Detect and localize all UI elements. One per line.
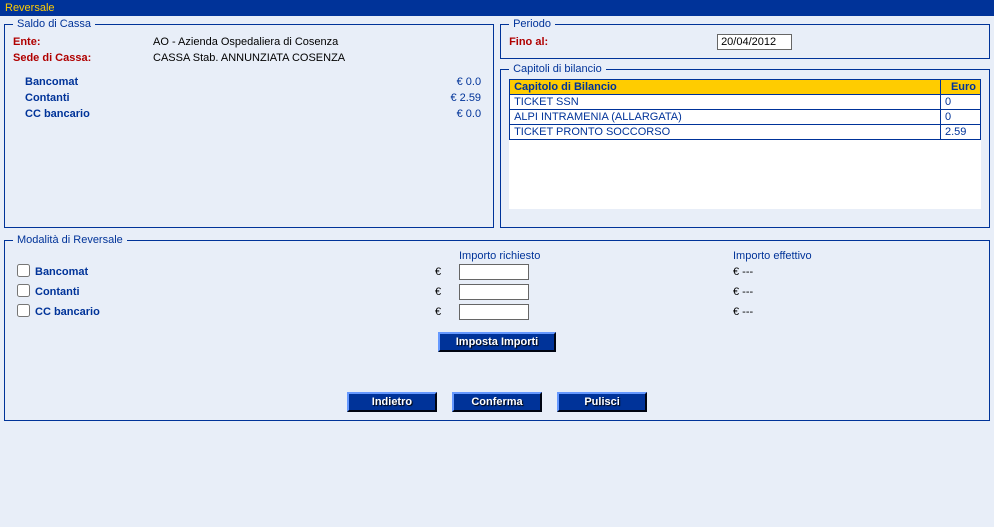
- capitolo-name: TICKET PRONTO SOCCORSO: [510, 125, 941, 140]
- indietro-button[interactable]: Indietro: [347, 392, 437, 412]
- saldo-row-amount: € 0.0: [457, 76, 481, 88]
- table-row[interactable]: ALPI INTRAMENIA (ALLARGATA) 0: [510, 110, 981, 125]
- ccbancario-checkbox[interactable]: [17, 304, 30, 317]
- saldo-legend: Saldo di Cassa: [13, 18, 95, 30]
- table-row[interactable]: TICKET SSN 0: [510, 95, 981, 110]
- pulisci-button[interactable]: Pulisci: [557, 392, 647, 412]
- table-row[interactable]: TICKET PRONTO SOCCORSO 2.59: [510, 125, 981, 140]
- capitolo-name: ALPI INTRAMENIA (ALLARGATA): [510, 110, 941, 125]
- capitolo-euro: 0: [941, 95, 981, 110]
- fino-al-input[interactable]: [717, 34, 792, 50]
- capitoli-table: Capitolo di Bilancio Euro TICKET SSN 0 A…: [509, 79, 981, 140]
- importo-effettivo-header: Importo effettivo: [733, 250, 883, 262]
- contanti-importo-input[interactable]: [459, 284, 529, 300]
- modalita-row: Contanti € € ---: [13, 282, 981, 302]
- sede-value: CASSA Stab. ANNUNZIATA COSENZA: [153, 52, 345, 64]
- capitolo-name: TICKET SSN: [510, 95, 941, 110]
- capitoli-group: Capitoli di bilancio Capitolo di Bilanci…: [500, 63, 990, 228]
- modalita-row: CC bancario € € ---: [13, 302, 981, 322]
- saldo-row-amount: € 0.0: [457, 108, 481, 120]
- sede-label: Sede di Cassa:: [13, 52, 153, 64]
- bancomat-effettivo: € ---: [733, 266, 883, 278]
- saldo-row: Contanti € 2.59: [13, 90, 485, 106]
- bancomat-checkbox[interactable]: [17, 264, 30, 277]
- saldo-row-name: CC bancario: [25, 108, 90, 120]
- currency-symbol: €: [435, 266, 459, 278]
- modalita-row-name: Bancomat: [35, 266, 435, 278]
- ente-value: AO - Azienda Ospedaliera di Cosenza: [153, 36, 338, 48]
- ente-label: Ente:: [13, 36, 153, 48]
- capitoli-legend: Capitoli di bilancio: [509, 63, 606, 75]
- periodo-group: Periodo Fino al:: [500, 18, 990, 59]
- title-bar: Reversale: [0, 0, 994, 16]
- saldo-row-name: Contanti: [25, 92, 70, 104]
- modalita-row-name: CC bancario: [35, 306, 435, 318]
- fino-al-label: Fino al:: [509, 36, 709, 48]
- currency-symbol: €: [435, 306, 459, 318]
- saldo-di-cassa-group: Saldo di Cassa Ente: AO - Azienda Ospeda…: [4, 18, 494, 228]
- ccbancario-effettivo: € ---: [733, 306, 883, 318]
- modalita-group: Modalità di Reversale Importo richiesto …: [4, 234, 990, 421]
- bancomat-importo-input[interactable]: [459, 264, 529, 280]
- saldo-row-name: Bancomat: [25, 76, 78, 88]
- saldo-row-amount: € 2.59: [450, 92, 481, 104]
- capitolo-euro: 0: [941, 110, 981, 125]
- imposta-importi-button[interactable]: Imposta Importi: [438, 332, 557, 352]
- saldo-row: Bancomat € 0.0: [13, 74, 485, 90]
- modalita-legend: Modalità di Reversale: [13, 234, 127, 246]
- capitolo-euro: 2.59: [941, 125, 981, 140]
- importo-richiesto-header: Importo richiesto: [459, 250, 709, 262]
- currency-symbol: €: [435, 286, 459, 298]
- capitoli-col-name: Capitolo di Bilancio: [510, 80, 941, 95]
- contanti-effettivo: € ---: [733, 286, 883, 298]
- modalita-row: Bancomat € € ---: [13, 262, 981, 282]
- saldo-row: CC bancario € 0.0: [13, 106, 485, 122]
- conferma-button[interactable]: Conferma: [452, 392, 542, 412]
- capitoli-col-euro: Euro: [941, 80, 981, 95]
- periodo-legend: Periodo: [509, 18, 555, 30]
- modalita-row-name: Contanti: [35, 286, 435, 298]
- contanti-checkbox[interactable]: [17, 284, 30, 297]
- ccbancario-importo-input[interactable]: [459, 304, 529, 320]
